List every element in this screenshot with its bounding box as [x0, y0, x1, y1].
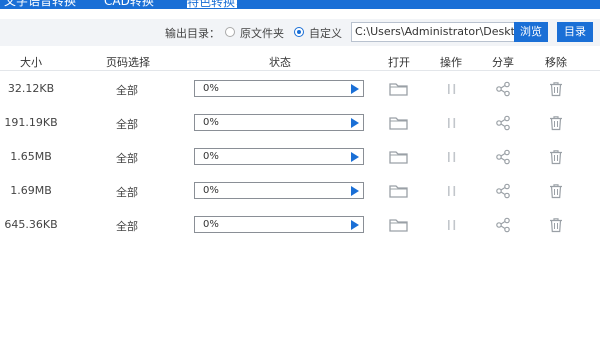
table-row: 32.12KB 全部 0% [0, 72, 600, 106]
col-size: 大小 [20, 56, 42, 69]
progress-bar: 0% [194, 148, 364, 165]
col-action: 操作 [440, 56, 462, 69]
caret-up-icon: ⏶ [236, 0, 243, 8]
share-icon[interactable] [495, 183, 511, 199]
pause-icon[interactable] [446, 149, 458, 165]
table-header: 大小 页码选择 状态 打开 操作 分享 移除 [0, 50, 600, 70]
page-selection[interactable]: 全部 [104, 184, 150, 200]
tab-strip: 文字语音转换 CAD转换 特色转换⏶ [0, 0, 600, 9]
page-selection[interactable]: 全部 [104, 82, 150, 98]
trash-icon[interactable] [549, 115, 563, 131]
col-pages: 页码选择 [106, 56, 150, 69]
radio-original-folder-label[interactable]: 原文件夹 [240, 25, 284, 41]
header-divider [0, 70, 600, 71]
tab-special-label: 特色转换 [187, 0, 236, 9]
folder-icon[interactable] [389, 115, 409, 131]
browse-button[interactable]: 浏览 [514, 22, 548, 42]
share-icon[interactable] [495, 115, 511, 131]
pause-icon[interactable] [446, 183, 458, 199]
tab-text-speech[interactable]: 文字语音转换 [4, 0, 76, 9]
table-row: 645.36KB 全部 0% [0, 208, 600, 242]
col-remove: 移除 [545, 56, 567, 69]
share-icon[interactable] [495, 81, 511, 97]
folder-icon[interactable] [389, 217, 409, 233]
col-open: 打开 [388, 56, 410, 69]
file-size: 32.12KB [7, 82, 55, 95]
trash-icon[interactable] [549, 217, 563, 233]
trash-icon[interactable] [549, 149, 563, 165]
play-icon[interactable] [351, 84, 359, 94]
directory-button[interactable]: 目录 [557, 22, 593, 42]
file-size: 1.65MB [10, 150, 52, 163]
tab-special[interactable]: 特色转换⏶ [186, 0, 242, 9]
share-icon[interactable] [495, 149, 511, 165]
progress-bar: 0% [194, 182, 364, 199]
output-dir-label: 输出目录： [165, 27, 220, 40]
pause-icon[interactable] [446, 81, 458, 97]
table-row: 1.65MB 全部 0% [0, 140, 600, 174]
play-icon[interactable] [351, 118, 359, 128]
share-icon[interactable] [495, 217, 511, 233]
page-selection[interactable]: 全部 [104, 116, 150, 132]
progress-bar: 0% [194, 114, 364, 131]
play-icon[interactable] [351, 186, 359, 196]
progress-bar: 0% [194, 216, 364, 233]
table-row: 1.69MB 全部 0% [0, 174, 600, 208]
folder-icon[interactable] [389, 149, 409, 165]
progress-percent: 0% [203, 83, 219, 94]
folder-icon[interactable] [389, 81, 409, 97]
pause-icon[interactable] [446, 115, 458, 131]
page-selection[interactable]: 全部 [104, 150, 150, 166]
output-path-input[interactable]: C:\Users\Administrator\Desktop [351, 22, 515, 42]
output-directory-bar: 输出目录： 原文件夹 自定义 C:\Users\Administrator\De… [0, 19, 600, 46]
progress-bar: 0% [194, 80, 364, 97]
progress-percent: 0% [203, 185, 219, 196]
file-size: 191.19KB [4, 116, 58, 129]
tab-cad[interactable]: CAD转换 [104, 0, 154, 9]
radio-custom[interactable] [294, 27, 304, 37]
play-icon[interactable] [351, 152, 359, 162]
trash-icon[interactable] [549, 183, 563, 199]
trash-icon[interactable] [549, 81, 563, 97]
pause-icon[interactable] [446, 217, 458, 233]
play-icon[interactable] [351, 220, 359, 230]
folder-icon[interactable] [389, 183, 409, 199]
progress-percent: 0% [203, 151, 219, 162]
radio-original-folder[interactable] [225, 27, 235, 37]
progress-percent: 0% [203, 219, 219, 230]
table-row: 191.19KB 全部 0% [0, 106, 600, 140]
page-selection[interactable]: 全部 [104, 218, 150, 234]
file-size: 645.36KB [4, 218, 58, 231]
file-size: 1.69MB [10, 184, 52, 197]
col-share: 分享 [492, 56, 514, 69]
col-status: 状态 [269, 56, 291, 69]
progress-percent: 0% [203, 117, 219, 128]
radio-custom-label[interactable]: 自定义 [309, 25, 342, 41]
